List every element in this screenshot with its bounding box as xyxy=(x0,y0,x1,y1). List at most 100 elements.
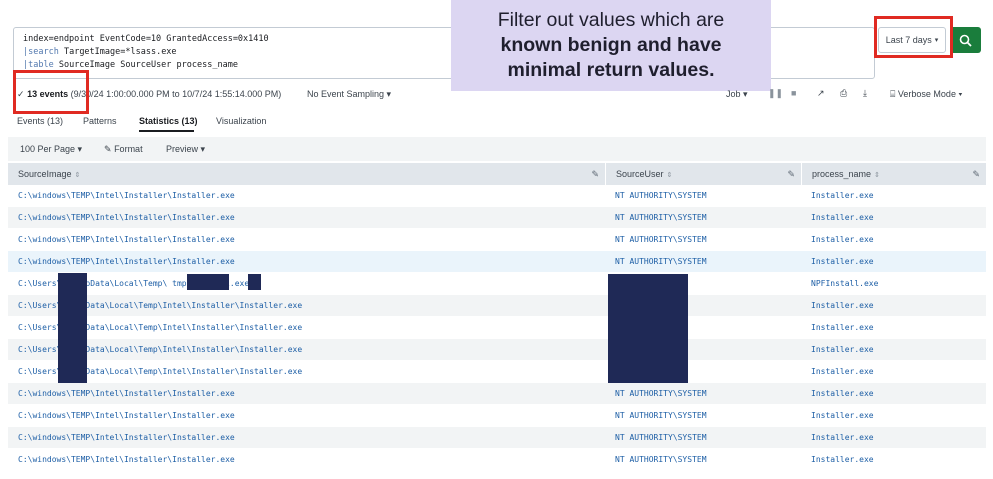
cell-sourceimage[interactable]: C:\Users\ \AppData\Local\Temp\Intel\Inst… xyxy=(8,295,302,317)
cell-sourceimage[interactable]: C:\windows\TEMP\Intel\Installer\Installe… xyxy=(8,405,235,427)
query-line-1: index=endpoint EventCode=10 GrantedAcces… xyxy=(23,34,269,44)
per-page-dropdown[interactable]: 100 Per Page ▾ xyxy=(20,144,82,155)
table-row[interactable]: C:\windows\TEMP\Intel\Installer\Installe… xyxy=(8,229,986,251)
cell-process-name[interactable]: Installer.exe xyxy=(801,295,874,317)
pencil-icon[interactable]: ✎ xyxy=(787,163,795,185)
event-sampling-dropdown[interactable]: No Event Sampling ▾ xyxy=(307,89,391,100)
redaction-block xyxy=(58,273,87,383)
time-range-text: (9/30/24 1:00:00.000 PM to 10/7/24 1:55:… xyxy=(68,89,282,99)
column-label: SourceUser xyxy=(616,169,664,179)
cell-sourceimage[interactable]: C:\windows\TEMP\Intel\Installer\Installe… xyxy=(8,251,235,273)
cell-process-name[interactable]: Installer.exe xyxy=(801,383,874,405)
tab-events[interactable]: Events (13) xyxy=(17,116,63,126)
callout-line-3: minimal return values. xyxy=(507,59,715,81)
cell-sourceimage[interactable]: C:\Users\ \AppData\Local\Temp\Intel\Inst… xyxy=(8,361,302,383)
table-row[interactable]: C:\Users\ \AppData\Local\Temp\Intel\Inst… xyxy=(8,339,986,361)
search-mode-label: Verbose Mode ▾ xyxy=(897,89,963,99)
table-row[interactable]: C:\windows\TEMP\Intel\Installer\Installe… xyxy=(8,427,986,449)
cell-sourceimage[interactable]: C:\windows\TEMP\Intel\Installer\Installe… xyxy=(8,427,235,449)
format-button[interactable]: ✎ Format xyxy=(104,144,143,155)
cell-process-name[interactable]: Installer.exe xyxy=(801,427,874,449)
cell-process-name[interactable]: Installer.exe xyxy=(801,207,874,229)
table-command: table xyxy=(28,60,54,70)
table-row[interactable]: C:\Users\ \AppData\Local\Temp\Intel\Inst… xyxy=(8,317,986,339)
cell-process-name[interactable]: Installer.exe xyxy=(801,185,874,207)
results-table: SourceImage ⇕ ✎ SourceUser ⇕ ✎ process_name ⇕… xyxy=(8,163,986,471)
tab-patterns[interactable]: Patterns xyxy=(83,116,117,126)
table-row[interactable]: C:\windows\TEMP\Intel\Installer\Installe… xyxy=(8,383,986,405)
cell-sourceuser[interactable]: NT AUTHORITY\SYSTEM xyxy=(605,427,707,449)
cell-sourceimage[interactable]: C:\windows\TEMP\Intel\Installer\Installe… xyxy=(8,383,235,405)
cell-sourceimage[interactable]: C:\windows\TEMP\Intel\Installer\Installe… xyxy=(8,185,235,207)
search-icon xyxy=(959,34,972,47)
tab-visualization[interactable]: Visualization xyxy=(216,116,266,126)
callout-line-2: known benign and have xyxy=(500,34,722,56)
table-row[interactable]: C:\windows\TEMP\Intel\Installer\Installe… xyxy=(8,185,986,207)
cell-sourceimage[interactable]: C:\Users\ \AppData\Local\Temp\Intel\Inst… xyxy=(8,339,302,361)
table-args: SourceImage SourceUser process_name xyxy=(53,60,238,70)
redaction-block xyxy=(187,274,229,290)
tab-statistics[interactable]: Statistics (13) xyxy=(139,116,198,126)
pencil-icon[interactable]: ✎ xyxy=(972,163,980,185)
cell-process-name[interactable]: Installer.exe xyxy=(801,229,874,251)
cell-process-name[interactable]: Installer.exe xyxy=(801,339,874,361)
column-label: process_name xyxy=(812,169,872,179)
cell-process-name[interactable]: Installer.exe xyxy=(801,405,874,427)
export-icon[interactable]: ⤓ xyxy=(863,88,867,99)
cell-sourceuser[interactable]: NT AUTHORITY\SYSTEM xyxy=(605,229,707,251)
table-row[interactable]: C:\windows\TEMP\Intel\Installer\Installe… xyxy=(8,251,986,273)
column-header-process-name[interactable]: process_name ⇕ ✎ xyxy=(801,163,986,185)
cell-sourceuser[interactable]: NT AUTHORITY\SYSTEM xyxy=(605,383,707,405)
pause-icon[interactable]: ❚❚ xyxy=(768,88,783,99)
search-status-bar: ✓ 13 events (9/30/24 1:00:00.000 PM to 1… xyxy=(0,84,993,104)
query-line-3: |table SourceImage SourceUser process_na… xyxy=(23,60,238,70)
column-label: SourceImage xyxy=(18,169,72,179)
cell-sourceimage[interactable]: C:\windows\TEMP\Intel\Installer\Installe… xyxy=(8,207,235,229)
sort-icon: ⇕ xyxy=(666,172,673,179)
preview-dropdown[interactable]: Preview ▾ xyxy=(166,144,205,155)
active-tab-indicator xyxy=(139,130,194,132)
results-tabs: Events (13) Patterns Statistics (13) Vis… xyxy=(0,113,993,133)
search-mode-dropdown[interactable]: ⌸ Verbose Mode ▾ xyxy=(890,89,962,100)
cell-sourceimage[interactable]: C:\Users\ \AppData\Local\Temp\Intel\Inst… xyxy=(8,317,302,339)
cell-sourceimage[interactable]: C:\windows\TEMP\Intel\Installer\Installe… xyxy=(8,449,235,471)
print-icon[interactable]: ⎙ xyxy=(840,88,847,99)
pencil-icon: ✎ xyxy=(104,144,112,154)
cell-process-name[interactable]: Installer.exe xyxy=(801,361,874,383)
table-row[interactable]: C:\Users\ n\AppData\Local\Temp\ tmp\ Ins… xyxy=(8,273,986,295)
table-header: SourceImage ⇕ ✎ SourceUser ⇕ ✎ process_name ⇕… xyxy=(8,163,986,185)
format-label: Format xyxy=(114,144,143,154)
cell-process-name[interactable]: Installer.exe xyxy=(801,317,874,339)
query-line-2: |search TargetImage=*lsass.exe xyxy=(23,47,177,57)
cell-sourceuser[interactable]: NT AUTHORITY\SYSTEM xyxy=(605,405,707,427)
table-row[interactable]: C:\windows\TEMP\Intel\Installer\Installe… xyxy=(8,449,986,471)
cell-process-name[interactable]: Installer.exe xyxy=(801,251,874,273)
table-row[interactable]: C:\Users\ \AppData\Local\Temp\Intel\Inst… xyxy=(8,295,986,317)
sort-icon: ⇕ xyxy=(74,172,81,179)
table-row[interactable]: C:\Users\ \AppData\Local\Temp\Intel\Inst… xyxy=(8,361,986,383)
redaction-block xyxy=(608,274,688,383)
table-body: C:\windows\TEMP\Intel\Installer\Installe… xyxy=(8,185,986,471)
cell-sourceuser[interactable]: NT AUTHORITY\SYSTEM xyxy=(605,449,707,471)
callout-line-1: Filter out values which are xyxy=(497,9,725,31)
column-header-sourceuser[interactable]: SourceUser ⇕ ✎ xyxy=(605,163,801,185)
share-icon[interactable]: ↗ xyxy=(817,88,825,99)
results-toolbar: 100 Per Page ▾ ✎ Format Preview ▾ xyxy=(8,137,986,161)
mode-icon: ⌸ xyxy=(890,89,898,99)
pencil-icon[interactable]: ✎ xyxy=(591,163,599,185)
stop-icon[interactable]: ■ xyxy=(791,88,796,98)
cell-sourceuser[interactable]: NT AUTHORITY\SYSTEM xyxy=(605,207,707,229)
cell-sourceuser[interactable]: NT AUTHORITY\SYSTEM xyxy=(605,251,707,273)
cell-sourceimage[interactable]: C:\windows\TEMP\Intel\Installer\Installe… xyxy=(8,229,235,251)
highlight-time-picker xyxy=(874,16,953,58)
cell-sourceuser[interactable]: NT AUTHORITY\SYSTEM xyxy=(605,185,707,207)
redaction-block xyxy=(248,274,261,290)
annotation-callout: Filter out values which are known benign… xyxy=(451,0,771,91)
cell-process-name[interactable]: NPFInstall.exe xyxy=(801,273,878,295)
job-menu[interactable]: Job ▾ xyxy=(726,89,748,100)
search-button[interactable] xyxy=(950,27,981,53)
table-row[interactable]: C:\windows\TEMP\Intel\Installer\Installe… xyxy=(8,405,986,427)
cell-process-name[interactable]: Installer.exe xyxy=(801,449,874,471)
table-row[interactable]: C:\windows\TEMP\Intel\Installer\Installe… xyxy=(8,207,986,229)
column-header-sourceimage[interactable]: SourceImage ⇕ ✎ xyxy=(8,163,605,185)
